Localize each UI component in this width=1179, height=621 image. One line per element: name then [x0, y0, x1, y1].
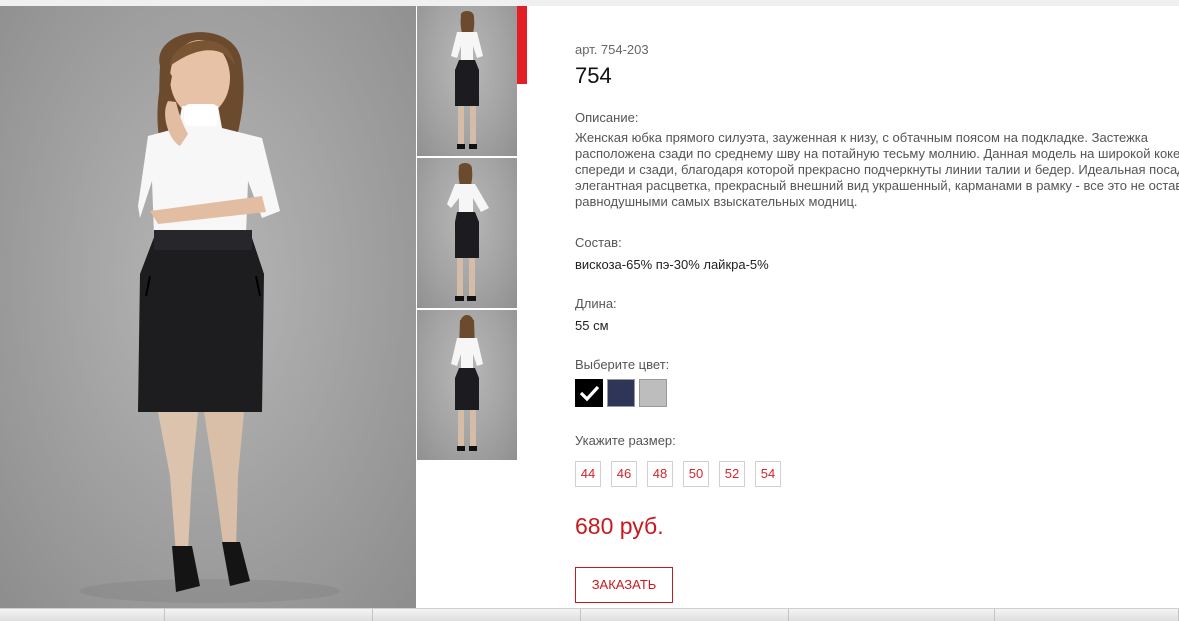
article-number: арт. 754-203	[575, 42, 649, 57]
bottom-tab[interactable]	[373, 609, 581, 621]
composition-label: Состав:	[575, 235, 622, 250]
length-label: Длина:	[575, 296, 617, 311]
size-option-48[interactable]: 48	[647, 461, 673, 487]
price: 680 руб.	[575, 513, 664, 539]
color-swatches	[575, 379, 667, 407]
size-option-50[interactable]: 50	[683, 461, 709, 487]
product-details: арт. 754-203 754 Описание: Женская юбка …	[575, 40, 1179, 603]
thumbnail-side-view[interactable]	[417, 158, 517, 308]
size-option-52[interactable]: 52	[719, 461, 745, 487]
thumbnail-list	[417, 6, 517, 462]
bottom-tab[interactable]	[0, 609, 165, 621]
color-swatch-gray[interactable]	[639, 379, 667, 407]
size-label: Укажите размер:	[575, 433, 676, 448]
product-main-photo[interactable]	[0, 6, 416, 608]
size-option-44[interactable]: 44	[575, 461, 601, 487]
composition-value: вискоза-65% пэ-30% лайкра-5%	[575, 257, 769, 272]
check-icon	[579, 385, 600, 402]
color-label: Выберите цвет:	[575, 357, 670, 372]
size-option-46[interactable]: 46	[611, 461, 637, 487]
color-swatch-black[interactable]	[575, 379, 603, 407]
bottom-tab[interactable]	[581, 609, 789, 621]
size-options: 44 46 48 50 52 54	[575, 461, 781, 487]
thumbnail-front-view[interactable]	[417, 6, 517, 156]
description-text: Женская юбка прямого силуэта, зауженная …	[575, 130, 1179, 209]
description-label: Описание:	[575, 110, 639, 125]
bottom-tab-strip	[0, 608, 1179, 621]
thumbnail-back-view[interactable]	[417, 310, 517, 460]
bottom-tab[interactable]	[165, 609, 373, 621]
thumbnail-active-indicator	[517, 6, 527, 84]
size-option-54[interactable]: 54	[755, 461, 781, 487]
order-button[interactable]: ЗАКАЗАТЬ	[575, 567, 673, 603]
bottom-tab[interactable]	[995, 609, 1179, 621]
color-swatch-navy[interactable]	[607, 379, 635, 407]
bottom-tab[interactable]	[789, 609, 995, 621]
length-value: 55 см	[575, 318, 609, 333]
product-title: 754	[575, 63, 612, 88]
